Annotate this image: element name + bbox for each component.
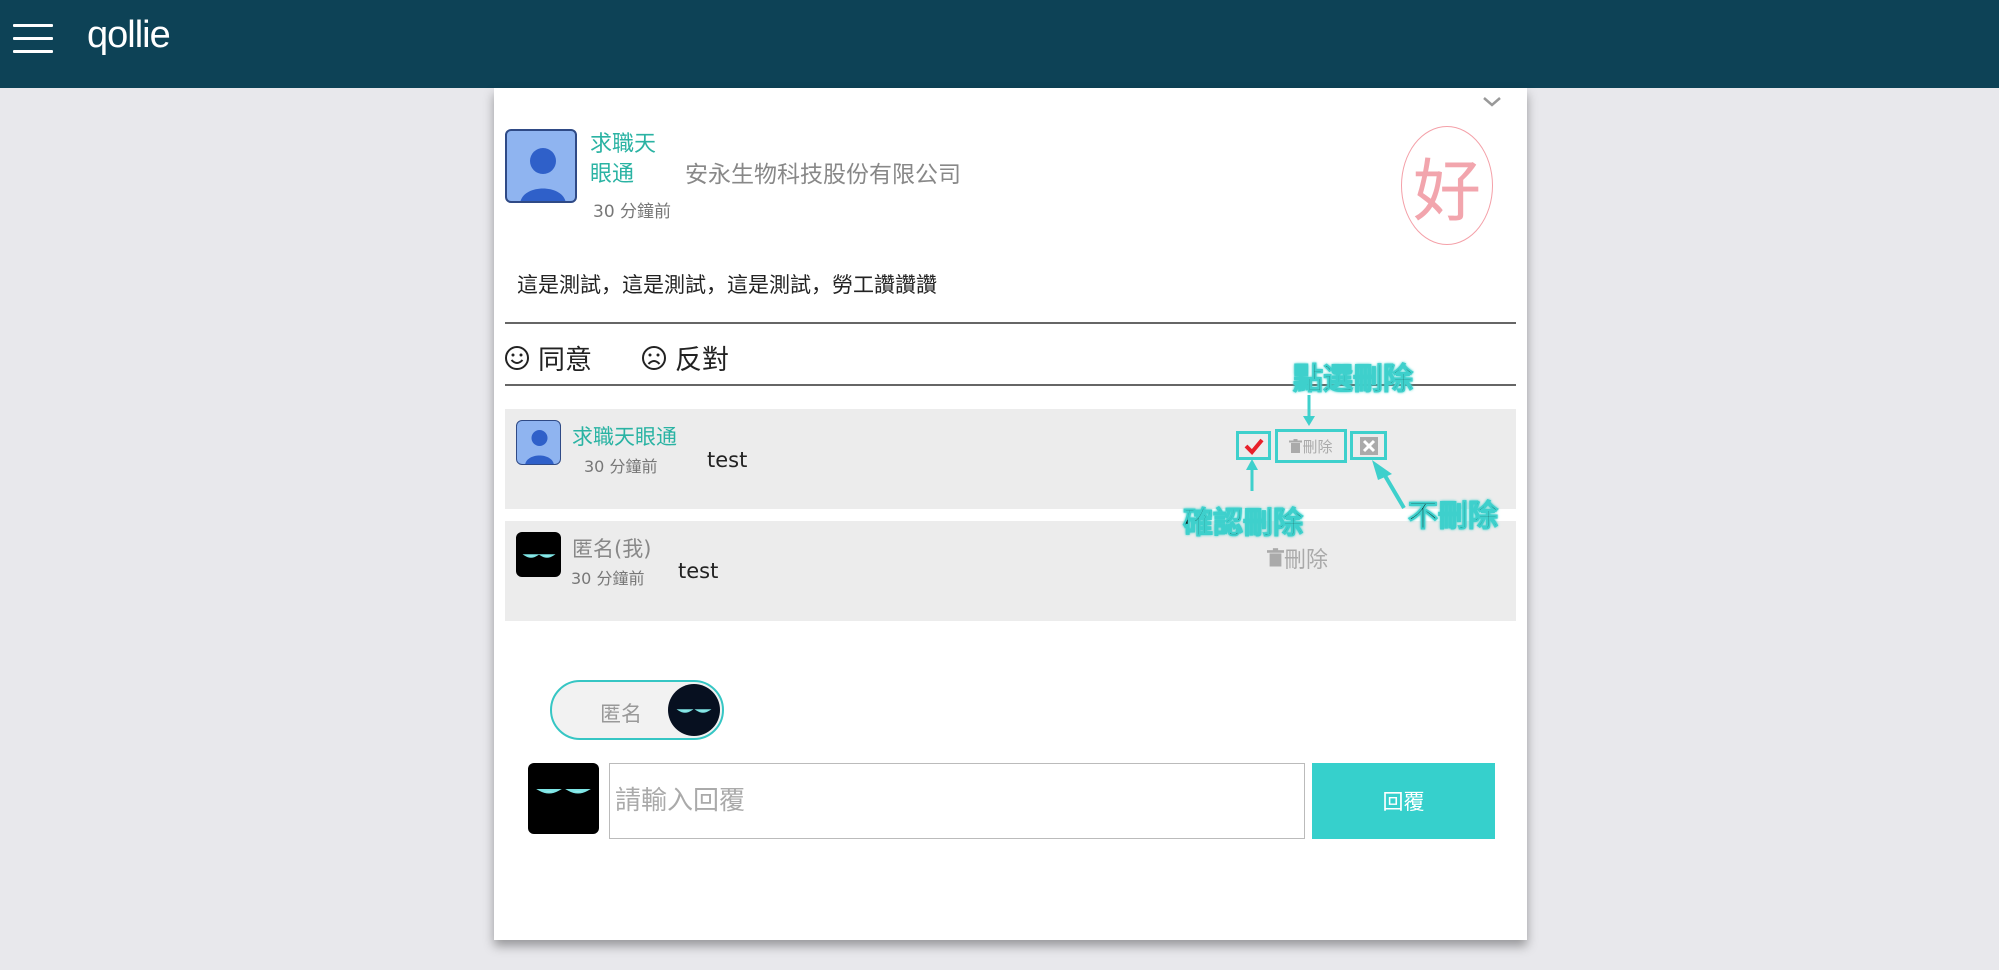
comment-item: 求職天眼通 30 分鐘前 test 刪除 xyxy=(505,409,1516,509)
trash-icon xyxy=(1289,438,1303,453)
reply-button[interactable]: 回覆 xyxy=(1312,763,1495,839)
comment-item: 匿名(我) 30 分鐘前 test 刪除 xyxy=(505,521,1516,621)
delete-label: 刪除 xyxy=(1302,437,1333,456)
delete-label: 刪除 xyxy=(1284,548,1329,573)
anonymous-toggle-label: 匿名 xyxy=(600,702,642,726)
comment-timestamp: 30 分鐘前 xyxy=(571,569,645,588)
post-timestamp: 30 分鐘前 xyxy=(593,202,672,222)
anonymous-toggle[interactable]: 匿名 xyxy=(550,680,724,740)
check-icon xyxy=(1244,438,1264,455)
trash-icon xyxy=(1267,548,1284,567)
anonymous-avatar-icon xyxy=(668,684,720,736)
divider xyxy=(505,322,1516,324)
agree-button[interactable]: 同意 xyxy=(504,338,592,377)
disagree-button[interactable]: 反對 xyxy=(641,338,729,377)
annotation-click-delete: 點選刪除 xyxy=(1293,362,1414,398)
comment-timestamp: 30 分鐘前 xyxy=(584,457,658,476)
smile-icon xyxy=(505,345,529,370)
delete-button[interactable]: 刪除 xyxy=(1267,542,1328,574)
post-company[interactable]: 安永生物科技股份有限公司 xyxy=(685,155,961,189)
hamburger-menu-icon[interactable] xyxy=(13,24,53,54)
annotation-confirm-delete: 確認刪除 xyxy=(1183,506,1304,542)
top-bar: qollie xyxy=(0,0,1999,88)
close-icon xyxy=(1359,436,1378,455)
annotation-cancel-delete: 不刪除 xyxy=(1408,499,1499,535)
comment-author-name: 匿名(我) xyxy=(572,537,652,561)
agree-label: 同意 xyxy=(538,345,592,376)
reply-avatar xyxy=(528,763,599,834)
post-author-avatar xyxy=(505,129,577,203)
comment-text: test xyxy=(678,559,719,583)
disagree-label: 反對 xyxy=(675,345,729,376)
delete-button[interactable]: 刪除 xyxy=(1275,429,1347,463)
reply-input[interactable] xyxy=(609,763,1305,839)
anonymous-avatar xyxy=(516,532,561,577)
app-logo[interactable]: qollie xyxy=(87,14,171,57)
post-body: 這是測試，這是測試，這是測試，勞工讚讚讚 xyxy=(517,273,937,297)
rating-stamp: 好 xyxy=(1401,126,1493,245)
post-card: 求職天眼通 安永生物科技股份有限公司 30 分鐘前 好 這是測試，這是測試，這是… xyxy=(494,88,1527,940)
chevron-down-icon[interactable] xyxy=(1481,94,1503,110)
comment-text: test xyxy=(707,448,748,472)
frown-icon xyxy=(642,345,666,370)
comment-author-name[interactable]: 求職天眼通 xyxy=(572,421,677,451)
cancel-delete-button[interactable] xyxy=(1350,431,1387,460)
confirm-delete-button[interactable] xyxy=(1236,431,1271,460)
comment-author-avatar xyxy=(516,420,561,465)
post-author-name[interactable]: 求職天眼通 xyxy=(590,130,670,190)
